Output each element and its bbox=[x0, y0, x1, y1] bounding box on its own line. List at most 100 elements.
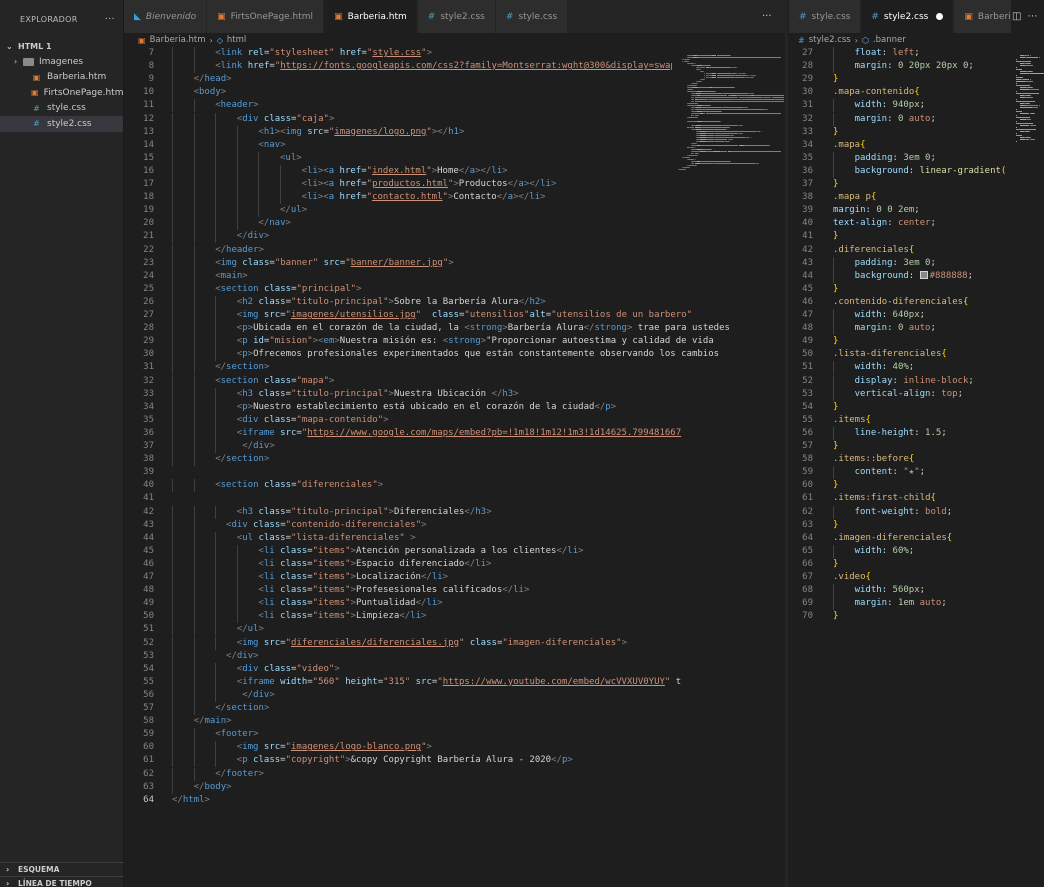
indent-guide bbox=[215, 230, 217, 244]
editor-tab[interactable]: ◣ Bienvenido bbox=[124, 0, 208, 33]
code-line: 65 width: 60%; bbox=[789, 544, 1044, 558]
code-token: </ bbox=[458, 165, 470, 176]
code-token: ></ bbox=[523, 179, 541, 189]
color-swatch-icon[interactable] bbox=[919, 270, 928, 279]
editor-tab[interactable]: # style.css bbox=[495, 0, 569, 33]
code-token: 0 0 2em bbox=[876, 205, 915, 216]
indent-guide bbox=[172, 295, 173, 309]
breadcrumb-item[interactable]: Barberia.htm bbox=[150, 35, 206, 45]
explorer-file-item[interactable]: ▣ FirtsOnePage.html bbox=[0, 85, 126, 101]
code-line: 56 </div> bbox=[124, 688, 786, 702]
line-number: 58 bbox=[143, 716, 154, 727]
explorer-file-item[interactable]: # style2.css bbox=[0, 116, 123, 132]
breadcrumb-item[interactable]: html bbox=[227, 35, 246, 45]
breadcrumb-item[interactable]: style2.css bbox=[809, 35, 851, 45]
minimap-line bbox=[703, 121, 720, 123]
code-token: em bbox=[323, 336, 335, 347]
code-token: line-height bbox=[854, 427, 915, 438]
explorer-folder-item[interactable]: › Imagenes bbox=[0, 54, 123, 70]
explorer-item-label: Imagenes bbox=[39, 56, 84, 67]
breadcrumb-item[interactable]: .banner bbox=[873, 35, 906, 45]
editor-tab[interactable]: # style2.css bbox=[861, 0, 955, 33]
indent-guide bbox=[258, 191, 260, 205]
more-icon[interactable]: ⋯ bbox=[1027, 11, 1037, 22]
editor-group-divider[interactable] bbox=[785, 0, 788, 887]
more-actions-icon[interactable]: ··· bbox=[105, 14, 115, 25]
code-text: <li class="items">Espacio diferenciado</… bbox=[258, 558, 491, 571]
code-token: > bbox=[356, 283, 362, 294]
code-token: : bbox=[930, 388, 942, 399]
line-number: 29 bbox=[802, 74, 813, 85]
minimap-line bbox=[700, 57, 781, 59]
code-text: margin: 0 auto; bbox=[855, 322, 936, 335]
code-text: <div class="contenido-diferenciales"> bbox=[215, 519, 427, 532]
indent-guide bbox=[172, 636, 173, 650]
line-number: 57 bbox=[802, 441, 813, 451]
minimap[interactable] bbox=[1014, 47, 1044, 187]
editor-tab[interactable]: # style.css bbox=[789, 0, 862, 33]
code-text: <footer> bbox=[215, 728, 258, 741]
code-text: vertical-align: top; bbox=[855, 388, 963, 401]
minimap-line bbox=[711, 67, 730, 69]
minimap[interactable] bbox=[672, 47, 784, 187]
minimap-line bbox=[731, 139, 733, 141]
indent-guide bbox=[172, 125, 173, 139]
code-token: "principal" bbox=[296, 283, 357, 294]
explorer-file-item[interactable]: # style.css bbox=[0, 101, 123, 117]
code-line: 26 <h2 class="titulo-principal">Sobre la … bbox=[124, 295, 786, 309]
indent-guide bbox=[215, 662, 217, 676]
left-more-actions[interactable]: ··· bbox=[762, 0, 782, 33]
outline-section[interactable]: › ESQUEMA bbox=[0, 862, 124, 876]
code-token: ; bbox=[908, 545, 915, 556]
code-token: "caja" bbox=[296, 113, 329, 124]
code-token: "video" bbox=[296, 663, 335, 674]
code-token: src bbox=[263, 742, 281, 753]
code-token: class bbox=[253, 755, 281, 766]
minimap-line bbox=[697, 153, 699, 155]
code-text: <h1><img src="imagenes/logo.png"></h1> bbox=[258, 126, 464, 139]
minimap-line bbox=[741, 125, 743, 127]
code-token: > bbox=[220, 87, 227, 98]
indent-guide bbox=[193, 178, 195, 192]
css-editor[interactable]: 27 float: left; 28 margin: 0 20px 20px 0; 29… bbox=[789, 47, 1044, 887]
indent-guide bbox=[193, 662, 195, 676]
timeline-section[interactable]: › LÍNEA DE TIEMPO bbox=[0, 876, 124, 887]
indent-guide bbox=[833, 60, 834, 74]
code-token: > bbox=[540, 192, 546, 203]
minimap-line bbox=[728, 127, 730, 129]
more-icon[interactable]: ··· bbox=[762, 11, 772, 22]
workspace-folder[interactable]: ⌄ HTML 1 bbox=[0, 38, 123, 54]
explorer-file-item[interactable]: ▣ Barberia.htm bbox=[0, 70, 123, 86]
code-token: : bbox=[881, 48, 893, 58]
line-number: 51 bbox=[143, 624, 154, 635]
line-number: 55 bbox=[802, 414, 813, 425]
editor-tab[interactable]: ▣ Barberia bbox=[954, 0, 1011, 33]
html-editor[interactable]: 7 <link rel="stylesheet" href="style.css"… bbox=[124, 47, 786, 887]
indent-guide bbox=[215, 440, 217, 454]
line-number: 46 bbox=[143, 558, 154, 569]
split-editor-icon[interactable]: ◫ bbox=[1012, 11, 1021, 22]
indent-guide bbox=[193, 217, 195, 231]
code-token: "titulo-principal" bbox=[291, 388, 389, 399]
left-tab-bar: ◣ Bienvenido ▣ FirtsOnePage.html ▣ Barberia.h… bbox=[124, 0, 786, 33]
editor-tab[interactable]: # style2.css bbox=[417, 0, 496, 33]
indent-guide bbox=[193, 702, 195, 716]
code-line: 51 width: 40%; bbox=[789, 361, 1044, 375]
code-token: li bbox=[529, 192, 541, 203]
minimap-line bbox=[1016, 141, 1017, 143]
code-token: ; bbox=[957, 388, 963, 399]
indent-guide bbox=[193, 191, 195, 205]
indent-guide bbox=[172, 217, 173, 231]
editor-tab[interactable]: ▣ Barberia.htm bbox=[324, 0, 418, 33]
unsaved-dot-icon[interactable] bbox=[936, 13, 944, 20]
code-line: 54} bbox=[789, 401, 1044, 414]
indent-guide bbox=[193, 125, 195, 139]
editor-tab[interactable]: ▣ FirtsOnePage.html bbox=[207, 0, 325, 33]
code-line: 28 margin: 0 20px 20px 0; bbox=[789, 60, 1044, 74]
minimap-line bbox=[1032, 65, 1034, 67]
code-token: > bbox=[437, 598, 443, 609]
line-number: 69 bbox=[802, 598, 813, 609]
element-icon: ◇ bbox=[216, 35, 223, 45]
code-token: section bbox=[220, 375, 264, 386]
indent-guide bbox=[172, 309, 173, 323]
